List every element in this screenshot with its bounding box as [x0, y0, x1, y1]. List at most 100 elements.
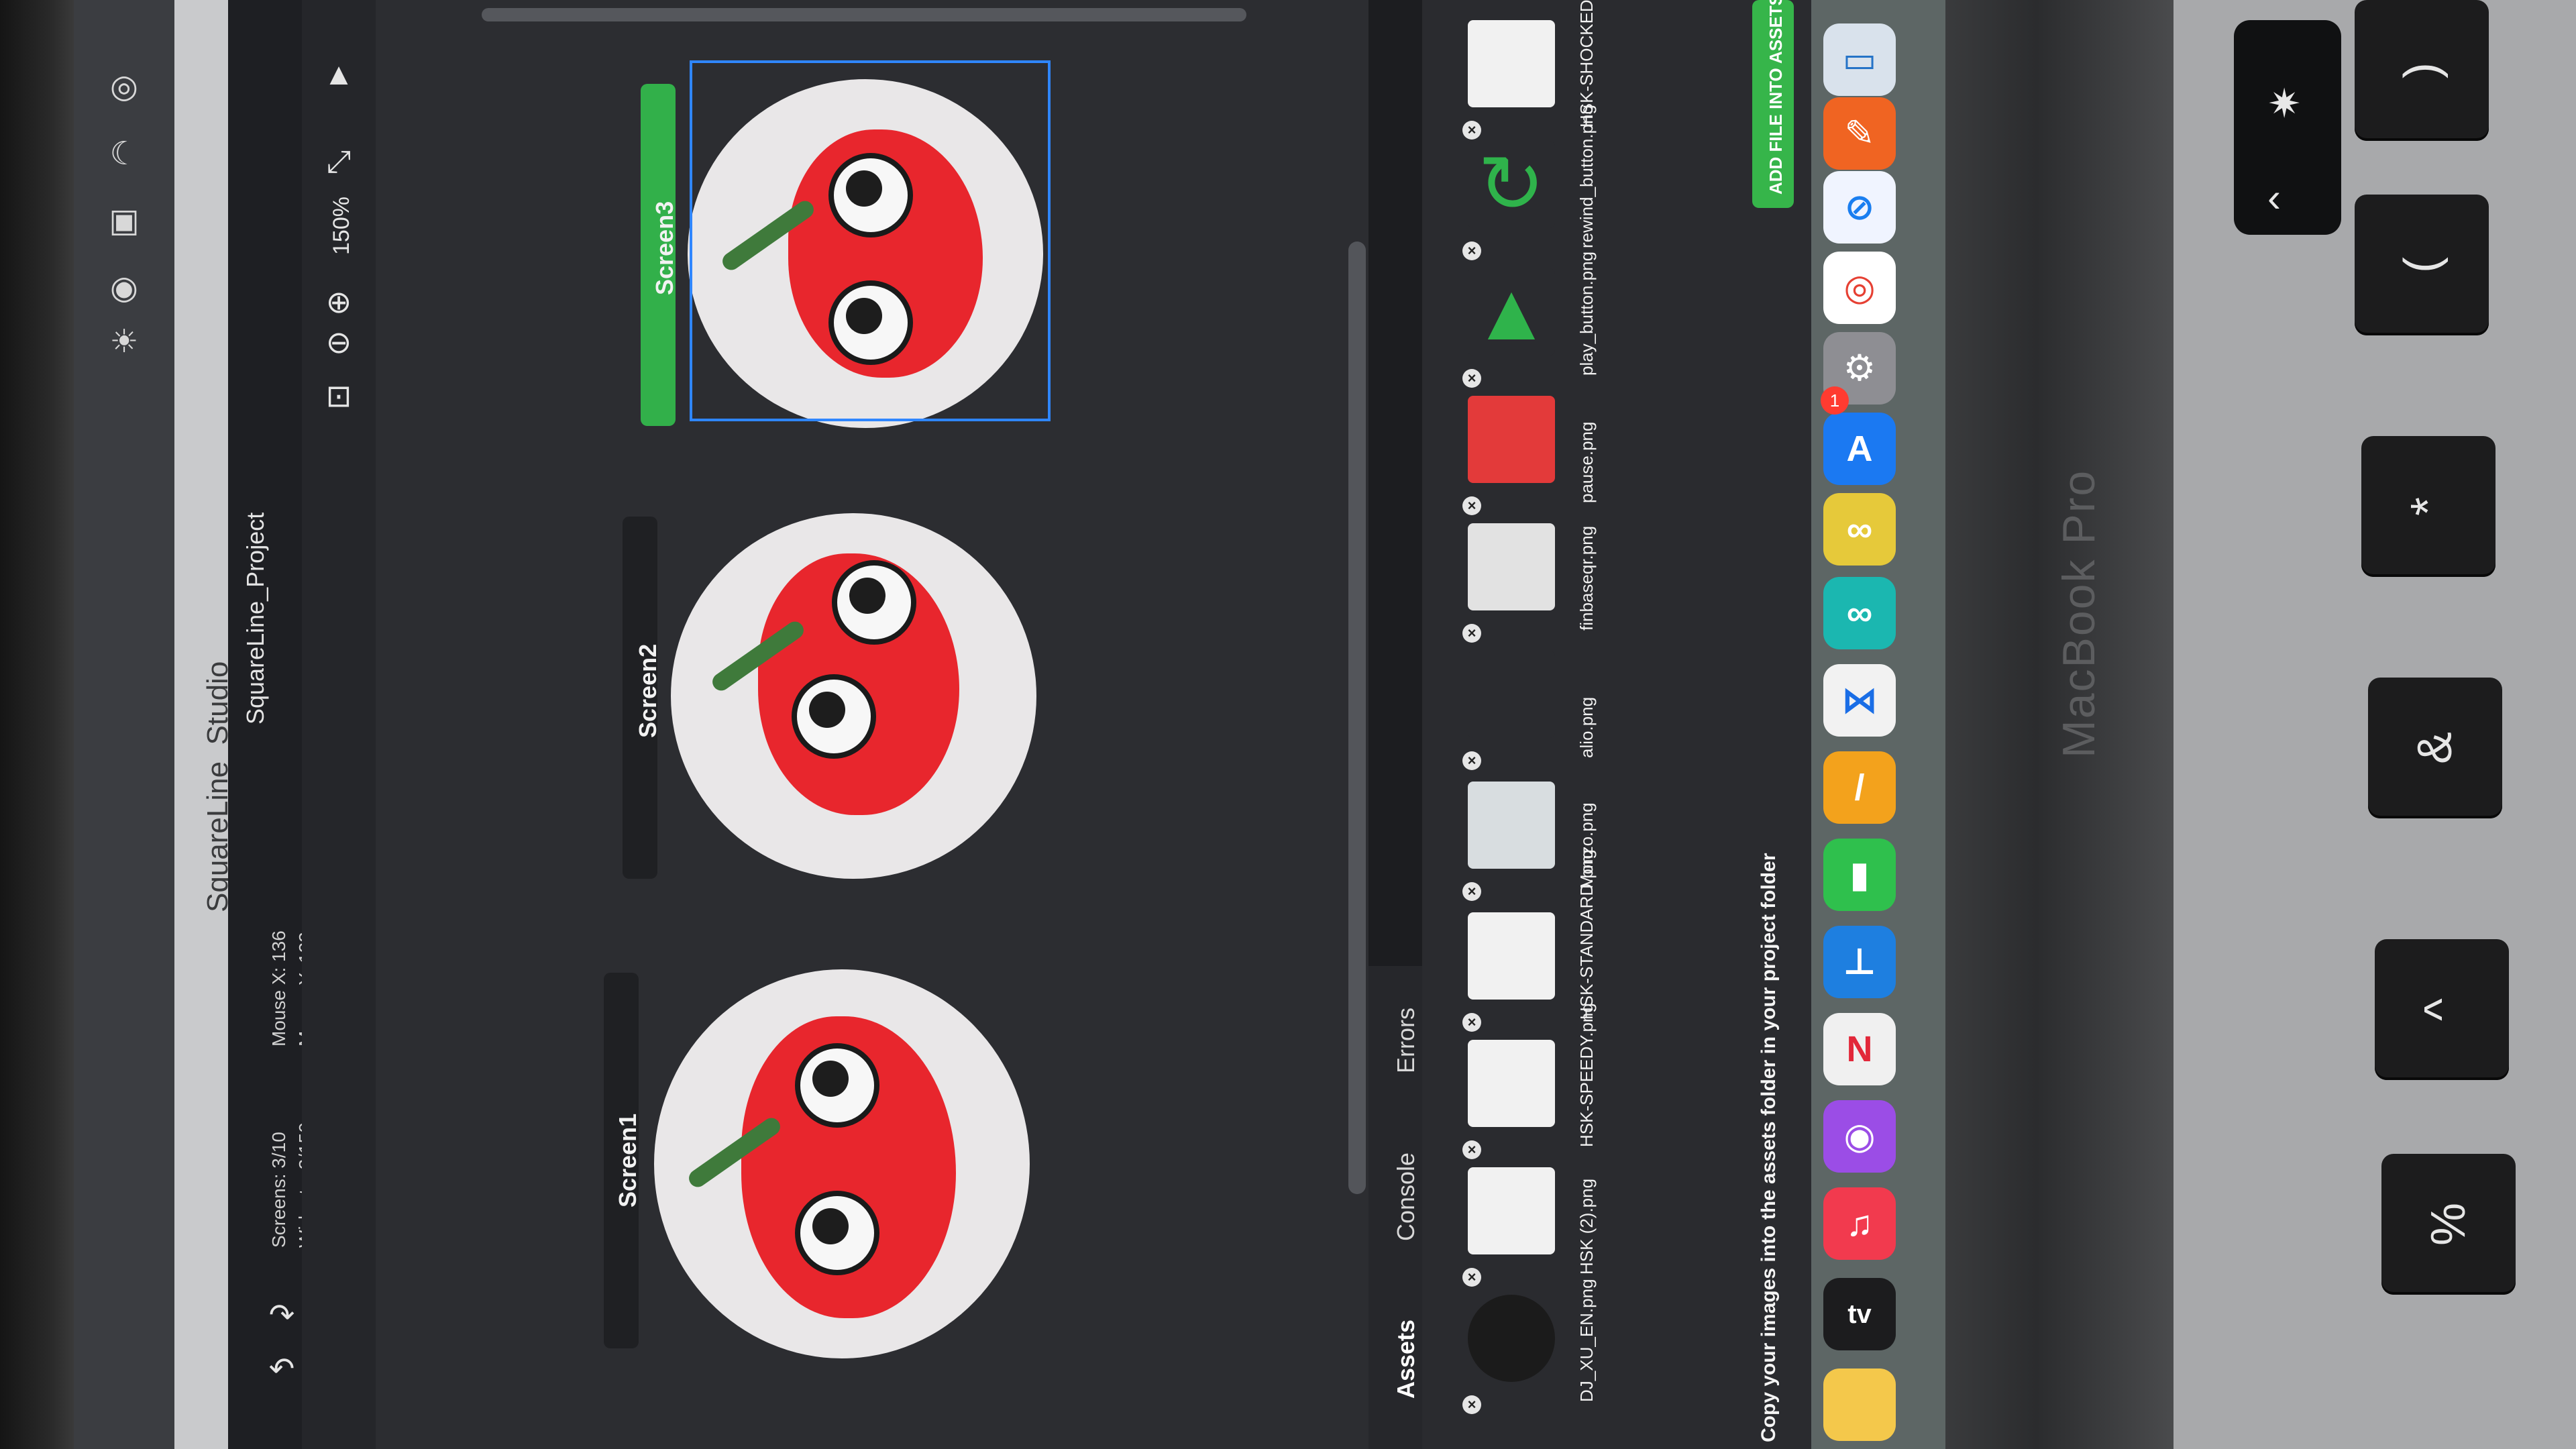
numbers-app-icon[interactable]: ▮ [1823, 839, 1896, 911]
music-app-icon[interactable]: ♫ [1823, 1187, 1896, 1260]
remove-asset-icon[interactable]: × [1462, 121, 1481, 140]
asset-item[interactable]: ↻ × rewind_button.png [1462, 105, 1617, 260]
tomato-thumb [1468, 1167, 1555, 1254]
tv-app-icon[interactable]: tv [1823, 1278, 1896, 1350]
screen-preview[interactable] [671, 513, 1036, 879]
remove-asset-icon[interactable]: × [1462, 1013, 1481, 1032]
asset-item[interactable]: × HSK (2).png [1462, 1167, 1617, 1287]
screen-label: Screen3 [651, 201, 678, 295]
asset-name: alio.png [1576, 696, 1597, 758]
remove-asset-icon[interactable]: × [1462, 1395, 1481, 1414]
asset-item[interactable]: × alio.png [1462, 651, 1617, 770]
arduino-legacy-app-icon[interactable]: ∞ [1823, 493, 1896, 566]
keyboard-key: ^ [2375, 939, 2509, 1080]
assets-hint: Copy your images into the assets folder … [1758, 853, 1780, 1443]
eye-image [832, 560, 916, 645]
qr-thumb [1468, 523, 1555, 610]
zoom-level[interactable]: 150% [329, 197, 355, 255]
asset-item[interactable]: × pause.png [1462, 396, 1617, 515]
asset-item[interactable]: × Monzo.png [1462, 782, 1617, 901]
tab-errors[interactable]: Errors [1392, 1008, 1420, 1073]
asset-item[interactable]: × finbaseqr.png [1462, 523, 1617, 643]
pages-app-icon[interactable]: / [1823, 751, 1896, 824]
chrome-app-icon[interactable]: ◎ [1823, 252, 1896, 324]
display-icon[interactable]: ◉ [104, 268, 144, 309]
brightness-icon[interactable]: ✷ [2267, 80, 2301, 127]
screen-label: Screen2 [634, 643, 661, 738]
play-thumb: ▲ [1468, 268, 1555, 356]
target-icon[interactable]: ◎ [104, 67, 144, 107]
asset-item[interactable]: × HSK-SHOCKED.png [1462, 0, 1617, 140]
remove-asset-icon[interactable]: × [1462, 882, 1481, 901]
asset-name: HSK (2).png [1576, 1178, 1597, 1275]
brightness-icon[interactable]: ☀ [104, 322, 144, 362]
fit-screen-icon[interactable]: ⤢ [319, 141, 359, 181]
add-file-button[interactable]: ADD FILE INTO ASSETS [1752, 0, 1794, 208]
asset-name: finbaseqr.png [1576, 525, 1597, 631]
pause-thumb [1468, 396, 1555, 483]
tomato-thumb [1468, 912, 1555, 1000]
zoom-in-icon[interactable]: ⊕ [319, 282, 359, 322]
notes-app-icon[interactable] [1823, 1368, 1896, 1441]
redo-icon[interactable]: ↷ [262, 1295, 302, 1335]
moon-icon[interactable]: ☾ [104, 134, 144, 174]
chevron-icon[interactable]: ‹ [2267, 174, 2281, 221]
tomato-thumb [1468, 20, 1555, 107]
undo-icon[interactable]: ↶ [262, 1348, 302, 1389]
asset-name: pause.png [1576, 421, 1597, 503]
qr-thumb [1468, 782, 1555, 869]
asset-item[interactable]: × HSK-SPEEDY.png [1462, 1003, 1617, 1159]
simulator-app-icon[interactable]: ▭ [1823, 23, 1896, 96]
vscode-app-icon[interactable]: ⋈ [1823, 664, 1896, 737]
red-button-thumb [1468, 1295, 1555, 1382]
safari-app-icon[interactable]: ⊘ [1823, 171, 1896, 244]
podcasts-app-icon[interactable]: ◉ [1823, 1100, 1896, 1173]
swift-app-icon[interactable]: ✎ [1823, 97, 1896, 170]
tab-assets[interactable]: Assets [1392, 1320, 1420, 1399]
remove-asset-icon[interactable]: × [1462, 751, 1481, 770]
asset-name: DJ_XU_EN.png [1576, 1279, 1597, 1402]
notification-badge: 1 [1821, 386, 1849, 415]
asset-item[interactable]: ▲ × play_button.png [1462, 252, 1617, 388]
remove-asset-icon[interactable]: × [1462, 1140, 1481, 1159]
arduino-app-icon[interactable]: ∞ [1823, 577, 1896, 649]
add-file-label: ADD FILE INTO ASSETS [1766, 0, 1786, 195]
device-brand: MacBook Pro [2053, 469, 2104, 758]
asset-name: Monzo.png [1576, 802, 1597, 889]
zoom-out-icon[interactable]: ⊖ [319, 322, 359, 362]
project-name: SquareLine_Project [241, 512, 269, 724]
keyboard-key: & [2368, 678, 2502, 818]
horizontal-scrollbar[interactable] [482, 8, 1246, 21]
screen-preview[interactable] [654, 969, 1030, 1358]
remove-asset-icon[interactable]: × [1462, 369, 1481, 388]
news-app-icon[interactable]: N [1823, 1013, 1896, 1085]
eye-image [795, 1043, 879, 1128]
remove-asset-icon[interactable]: × [1462, 496, 1481, 515]
keyboard-key: ) [2355, 0, 2489, 141]
vertical-scrollbar[interactable] [1348, 241, 1366, 1194]
remove-asset-icon[interactable]: × [1462, 624, 1481, 643]
touch-bar: ✷ ‹ [2234, 20, 2341, 235]
camera-icon[interactable]: ▣ [104, 201, 144, 241]
asset-name: play_button.png [1576, 251, 1597, 376]
selection-box[interactable] [690, 60, 1051, 421]
asset-item[interactable]: × HSK-STANDARD.png [1462, 849, 1617, 1032]
warning-icon[interactable]: ▲ [319, 54, 359, 94]
tomato-thumb [1468, 1040, 1555, 1127]
mouse-x-readout: Mouse X: 136 [268, 930, 289, 1046]
asset-name: HSK-SHOCKED.png [1576, 0, 1597, 127]
asset-item[interactable]: × DJ_XU_EN.png [1462, 1279, 1617, 1414]
eye-image [795, 1191, 879, 1275]
screen-label: Screen1 [614, 1113, 641, 1208]
rewind-thumb: ↻ [1468, 141, 1555, 228]
app-store-icon[interactable]: A [1823, 413, 1896, 485]
tab-console[interactable]: Console [1392, 1152, 1420, 1241]
keyboard-key: * [2361, 436, 2496, 577]
keynote-app-icon[interactable]: ⊥ [1823, 926, 1896, 998]
remove-asset-icon[interactable]: × [1462, 1268, 1481, 1287]
remove-asset-icon[interactable]: × [1462, 241, 1481, 260]
keyboard-key: ( [2355, 195, 2489, 335]
snap-icon[interactable]: ⊡ [319, 376, 359, 416]
screens-count: Screens: 3/10 [268, 1132, 289, 1248]
keyboard-key: % [2381, 1154, 2516, 1295]
